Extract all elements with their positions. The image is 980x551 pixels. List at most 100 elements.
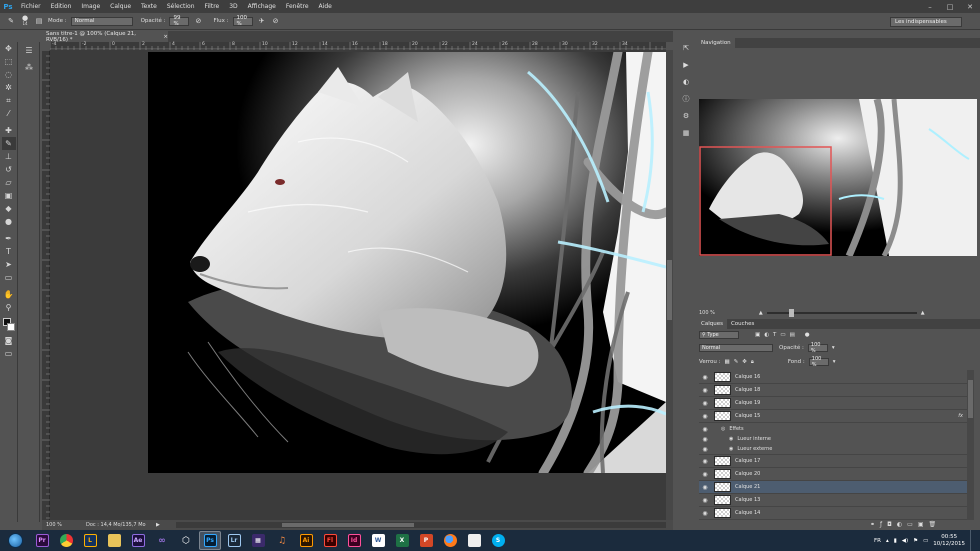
canvas-horizontal-scrollbar[interactable] xyxy=(176,522,666,528)
layer-item[interactable]: ◉ Calque 13 xyxy=(699,494,967,507)
taskbar-skype[interactable]: S xyxy=(487,531,509,550)
visibility-eye-icon[interactable]: ◉ xyxy=(699,484,711,491)
canvas-vertical-scroll-thumb[interactable] xyxy=(667,260,672,320)
lock-transparency-icon[interactable]: ▦ xyxy=(724,359,729,365)
clock[interactable]: 00:55 10/12/2015 xyxy=(933,534,965,548)
network-icon[interactable]: ▮ xyxy=(894,538,897,544)
taskbar-premiere[interactable]: Pr xyxy=(31,531,53,550)
tab-calques[interactable]: Calques xyxy=(697,319,727,329)
add-mask-icon[interactable]: ◘ xyxy=(887,521,892,528)
blur-tool-icon[interactable]: ◆ xyxy=(2,202,16,215)
start-button[interactable] xyxy=(0,530,30,551)
taskbar-unity[interactable]: ⬡ xyxy=(175,531,197,550)
menu-calque[interactable]: Calque xyxy=(105,3,136,10)
airbrush-icon[interactable]: ✈ xyxy=(257,16,267,26)
zoom-level[interactable]: 100 % xyxy=(46,522,86,528)
styles-panel-icon[interactable]: ⚙ xyxy=(679,110,693,122)
zoom-in-icon[interactable]: ▲ xyxy=(921,310,925,316)
menu-texte[interactable]: Texte xyxy=(136,3,162,10)
taskbar-excel[interactable]: X xyxy=(391,531,413,550)
menu-selection[interactable]: Sélection xyxy=(162,3,200,10)
taskbar-illustrator[interactable]: Ai xyxy=(295,531,317,550)
layer-item[interactable]: ◉ Calque 20 xyxy=(699,468,967,481)
show-desktop-button[interactable] xyxy=(970,530,976,551)
taskbar-chrome[interactable] xyxy=(55,531,77,550)
opacity-field[interactable]: 99 % xyxy=(169,15,190,27)
layer-item[interactable]: ◉ Calque 17 xyxy=(699,455,967,468)
move-tool-icon[interactable]: ✥ xyxy=(2,42,16,55)
shape-tool-icon[interactable]: ▭ xyxy=(2,271,16,284)
swatches-panel-icon[interactable]: ▦ xyxy=(679,127,693,139)
add-style-icon[interactable]: ƒ xyxy=(880,521,882,528)
zoom-out-icon[interactable]: ▲ xyxy=(759,310,763,316)
visibility-eye-icon[interactable]: ◉ xyxy=(699,387,711,394)
effect-visibility-icon[interactable]: ◉ xyxy=(729,436,733,442)
gradient-tool-icon[interactable]: ▣ xyxy=(2,189,16,202)
hand-tool-icon[interactable]: ✋ xyxy=(2,288,16,301)
menu-fenetre[interactable]: Fenêtre xyxy=(281,3,314,10)
volume-icon[interactable]: ◀) xyxy=(902,538,908,544)
minimize-button[interactable]: – xyxy=(920,0,940,13)
opacity-dropdown-icon[interactable]: ▾ xyxy=(832,345,835,351)
taskbar-app[interactable]: L xyxy=(79,531,101,550)
dodge-tool-icon[interactable]: ● xyxy=(2,215,16,228)
filter-type-icon[interactable]: T xyxy=(773,332,776,338)
taskbar-after-effects[interactable]: Ae xyxy=(127,531,149,550)
visibility-eye-icon[interactable]: ◉ xyxy=(699,413,711,420)
tray-arrow-icon[interactable]: ▴ xyxy=(886,538,889,544)
layer-item[interactable]: ◉ Calque 18 xyxy=(699,384,967,397)
visibility-eye-icon[interactable]: ◉ xyxy=(699,446,711,453)
marquee-tool-icon[interactable]: ⬚ xyxy=(2,55,16,68)
screen-mode-icon[interactable]: ▭ xyxy=(2,347,16,360)
pen-tool-icon[interactable]: ✒ xyxy=(2,232,16,245)
visibility-eye-icon[interactable]: ◉ xyxy=(699,374,711,381)
document-canvas[interactable] xyxy=(148,52,666,473)
close-window-button[interactable]: ✕ xyxy=(960,0,980,13)
canvas-horizontal-scroll-thumb[interactable] xyxy=(282,523,414,527)
layer-effects-group[interactable]: ◉ ◎ Effets xyxy=(699,424,967,434)
info-panel-icon[interactable]: ⓘ xyxy=(679,93,693,105)
taskbar-firefox[interactable] xyxy=(439,531,461,550)
navigator-zoom-value[interactable]: 100 % xyxy=(699,310,715,316)
taskbar-lightroom[interactable]: Lr xyxy=(223,531,245,550)
tab-couches[interactable]: Couches xyxy=(727,319,758,329)
brush-size-icon[interactable]: ● 14 xyxy=(20,15,30,27)
healing-brush-tool-icon[interactable]: ✚ xyxy=(2,124,16,137)
mode-select[interactable]: Normal xyxy=(70,16,133,26)
visibility-eye-icon[interactable]: ◉ xyxy=(699,436,711,443)
visibility-eye-icon[interactable]: ◉ xyxy=(699,471,711,478)
layers-scroll-thumb[interactable] xyxy=(968,380,973,418)
blend-mode-select[interactable]: Normal xyxy=(699,344,773,352)
lock-paint-icon[interactable]: ✎ xyxy=(734,359,739,365)
layer-effects-badge[interactable]: fx xyxy=(958,413,963,419)
path-select-tool-icon[interactable]: ➤ xyxy=(2,258,16,271)
layer-item-selected[interactable]: ◉ Calque 21 xyxy=(699,481,967,494)
zoom-tool-icon[interactable]: ⚲ xyxy=(2,301,16,314)
layer-effect-item[interactable]: ◉ ◉ Lueur externe xyxy=(699,444,967,455)
link-layers-icon[interactable]: ⚭ xyxy=(870,521,875,528)
brush-tool-preset-icon[interactable]: ✎ xyxy=(6,16,16,26)
taskbar-word[interactable]: W xyxy=(367,531,389,550)
layer-item[interactable]: ◉ Calque 16 xyxy=(699,371,967,384)
brush-panel-icon[interactable]: ▤ xyxy=(34,16,44,26)
flag-icon[interactable]: ⚑ xyxy=(913,538,918,544)
pressure-opacity-icon[interactable]: ⊘ xyxy=(193,16,203,26)
taskbar-visual-studio[interactable]: ∞ xyxy=(151,531,173,550)
filter-pixel-icon[interactable]: ▣ xyxy=(755,332,760,338)
taskbar-app4[interactable] xyxy=(463,531,485,550)
pressure-size-icon[interactable]: ⊘ xyxy=(271,16,281,26)
menu-image[interactable]: Image xyxy=(76,3,105,10)
delete-layer-icon[interactable]: 🗑︎ xyxy=(929,521,937,528)
navigator-zoom-slider-handle[interactable] xyxy=(788,309,794,317)
workspace-select[interactable]: Les indispensables xyxy=(890,17,962,27)
maximize-button[interactable]: □ xyxy=(940,0,960,13)
layer-kind-filter[interactable]: ⚲ Type xyxy=(699,331,739,339)
layer-item[interactable]: ◉ Calque 15 fx xyxy=(699,410,967,423)
new-group-icon[interactable]: ▭ xyxy=(907,521,913,528)
new-adjustment-icon[interactable]: ◐ xyxy=(897,521,902,528)
taskbar-flash[interactable]: Fl xyxy=(319,531,341,550)
layer-item[interactable]: ◉ Calque 14 xyxy=(699,507,967,520)
layer-opacity-field[interactable]: 100 % xyxy=(807,342,828,354)
clone-stamp-tool-icon[interactable]: ⊥ xyxy=(2,150,16,163)
visibility-eye-icon[interactable]: ◉ xyxy=(699,426,711,433)
